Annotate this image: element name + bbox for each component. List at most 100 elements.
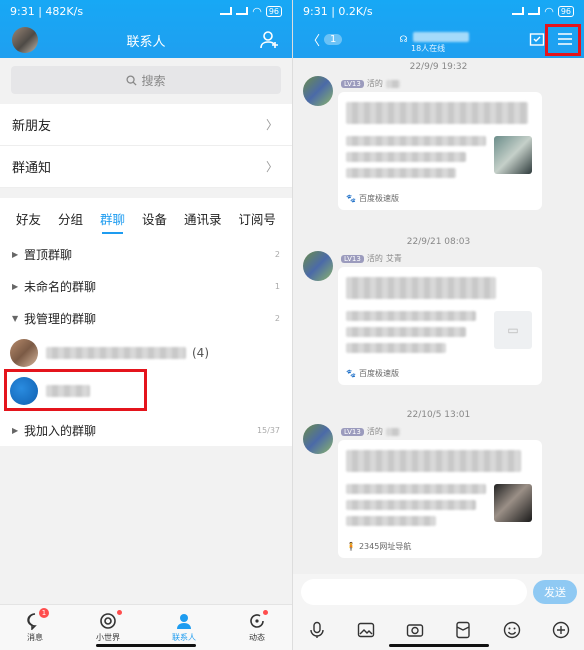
home-indicator xyxy=(96,644,196,647)
sender-name: 艾青 xyxy=(385,254,402,263)
battery-icon: 96 xyxy=(265,5,282,17)
signal-icon xyxy=(512,7,525,15)
message-item: LV13 活的 🧍 2345网址导航 xyxy=(293,424,584,574)
triangle-right-icon: ▶ xyxy=(12,281,19,291)
image-icon[interactable] xyxy=(357,621,375,639)
blurred-chat-name xyxy=(412,32,469,42)
message-timestamp: 22/9/21 08:03 xyxy=(406,237,471,247)
shared-link-card[interactable]: 🧍 2345网址导航 xyxy=(338,440,542,558)
nav-feed[interactable]: 动态 xyxy=(248,610,268,643)
search-input[interactable]: 搜索 xyxy=(11,66,281,94)
emoji-icon[interactable] xyxy=(503,621,521,639)
signal-icon-2 xyxy=(236,7,249,15)
world-icon xyxy=(100,613,116,629)
chevron-right-icon: 〉 xyxy=(265,160,278,174)
sender-avatar[interactable] xyxy=(303,76,333,106)
chat-nav-bar: 〈 1 ☊ 18人在线 xyxy=(293,22,584,58)
tab-devices[interactable]: 设备 xyxy=(142,203,167,234)
managed-group-item[interactable]: (4) xyxy=(0,334,292,372)
world-dot-badge xyxy=(117,610,122,615)
shared-link-card[interactable]: ▭ 🐾 百度极速版 xyxy=(338,267,542,385)
link-source: 🧍 2345网址导航 xyxy=(346,542,412,551)
group-list: ▶ 置顶群聊 2 ▶ 未命名的群聊 1 ▼ 我管理的群聊 2 (4) ▶ 我加入… xyxy=(0,238,292,446)
group-chat-screen: 9:31 | 0.2K/s ◠ 96 〈 1 ☊ 18人在线 22/9/9 19… xyxy=(292,0,584,650)
highlight-box-group xyxy=(4,369,147,411)
group-notice-label: 群通知 xyxy=(12,161,52,176)
new-friends-label: 新朋友 xyxy=(12,119,52,134)
message-timestamp: 22/9/9 19:32 xyxy=(409,62,468,72)
nav-small-world[interactable]: 小世界 xyxy=(96,610,122,643)
nav-bar: 联系人 xyxy=(0,22,292,58)
feed-dot-badge xyxy=(263,610,268,615)
message-badge: 1 xyxy=(39,608,49,618)
ear-icon: ☊ xyxy=(399,35,408,45)
link-source: 🐾 百度极速版 xyxy=(346,369,399,378)
message-input[interactable] xyxy=(301,579,527,605)
app-logo-icon: 🐾 xyxy=(346,194,356,203)
sender-avatar[interactable] xyxy=(303,424,333,454)
contacts-icon xyxy=(177,614,191,629)
send-button[interactable]: 发送 xyxy=(533,580,577,604)
level-badge: LV13 xyxy=(341,79,364,88)
triangle-down-icon: ▼ xyxy=(12,313,19,323)
wifi-icon: ◠ xyxy=(252,4,262,18)
plus-icon[interactable] xyxy=(552,621,570,639)
link-thumbnail xyxy=(494,484,532,522)
message-item: LV13 活的 🐾 百度极速版 xyxy=(293,76,584,233)
red-packet-icon[interactable] xyxy=(454,621,472,639)
link-source: 🐾 百度极速版 xyxy=(346,194,399,203)
chat-header: 9:31 | 0.2K/s ◠ 96 〈 1 ☊ 18人在线 xyxy=(293,0,584,58)
online-count: 18人在线 xyxy=(411,44,446,53)
tab-group-chats[interactable]: 群聊 xyxy=(100,203,125,234)
tab-subscriptions[interactable]: 订阅号 xyxy=(238,203,276,234)
triangle-right-icon: ▶ xyxy=(12,249,19,259)
tab-groups-category[interactable]: 分组 xyxy=(58,203,83,234)
message-item: LV13 活的 艾青 ▭ 🐾 百度极速版 xyxy=(293,251,584,406)
add-friend-icon[interactable] xyxy=(260,30,280,50)
microphone-icon[interactable] xyxy=(308,621,326,639)
group-section-pinned[interactable]: ▶ 置顶群聊 2 xyxy=(0,238,292,270)
contacts-header: 9:31 | 482K/s ◠ 96 联系人 xyxy=(0,0,292,58)
status-time: 9:31 | 0.2K/s xyxy=(303,4,373,18)
search-placeholder: 搜索 xyxy=(141,73,166,88)
new-friends-row[interactable]: 新朋友 〉 xyxy=(0,104,292,146)
highlight-box-menu xyxy=(545,24,581,56)
group-avatar xyxy=(10,339,38,367)
status-time: 9:31 | 482K/s xyxy=(10,4,84,18)
shared-link-card[interactable]: 🐾 百度极速版 xyxy=(338,92,542,210)
level-badge: LV13 xyxy=(341,254,364,263)
wifi-icon: ◠ xyxy=(544,4,554,18)
group-section-unnamed[interactable]: ▶ 未命名的群聊 1 xyxy=(0,270,292,302)
search-icon xyxy=(126,74,138,86)
app-logo-icon: 🧍 xyxy=(346,542,356,551)
contacts-screen: 9:31 | 482K/s ◠ 96 联系人 搜索 新朋友 〉 群通知 〉 好友… xyxy=(0,0,292,650)
back-button[interactable]: 〈 1 xyxy=(307,30,343,49)
message-list: 22/9/9 19:32 LV13 活的 🐾 百度极速版 22/9/21 08:03… xyxy=(293,58,584,574)
status-bar: 9:31 | 482K/s ◠ 96 xyxy=(0,0,292,22)
sender-avatar[interactable] xyxy=(303,251,333,281)
user-avatar[interactable] xyxy=(12,27,38,53)
task-icon[interactable] xyxy=(529,31,545,47)
image-placeholder-icon: ▭ xyxy=(494,311,532,349)
home-indicator xyxy=(389,644,489,647)
nav-contacts[interactable]: 联系人 xyxy=(172,612,196,643)
page-title: 联系人 xyxy=(126,34,166,50)
camera-icon[interactable] xyxy=(406,621,424,639)
chevron-right-icon: 〉 xyxy=(265,118,278,132)
link-thumbnail xyxy=(494,136,532,174)
battery-icon: 96 xyxy=(557,5,574,17)
triangle-right-icon: ▶ xyxy=(12,425,19,435)
group-section-joined[interactable]: ▶ 我加入的群聊 15/37 xyxy=(0,414,292,446)
tab-address-book[interactable]: 通讯录 xyxy=(184,203,222,234)
chevron-left-icon: 〈 xyxy=(307,34,321,49)
blurred-group-name xyxy=(46,347,186,359)
level-badge: LV13 xyxy=(341,427,364,436)
signal-icon-2 xyxy=(528,7,541,15)
tab-friends[interactable]: 好友 xyxy=(16,203,41,234)
group-section-managed[interactable]: ▼ 我管理的群聊 2 xyxy=(0,302,292,334)
status-bar: 9:31 | 0.2K/s ◠ 96 xyxy=(293,0,584,22)
message-timestamp: 22/10/5 13:01 xyxy=(406,410,471,420)
group-notice-row[interactable]: 群通知 〉 xyxy=(0,146,292,188)
signal-icon xyxy=(220,7,233,15)
nav-messages[interactable]: 1 消息 xyxy=(26,608,49,643)
